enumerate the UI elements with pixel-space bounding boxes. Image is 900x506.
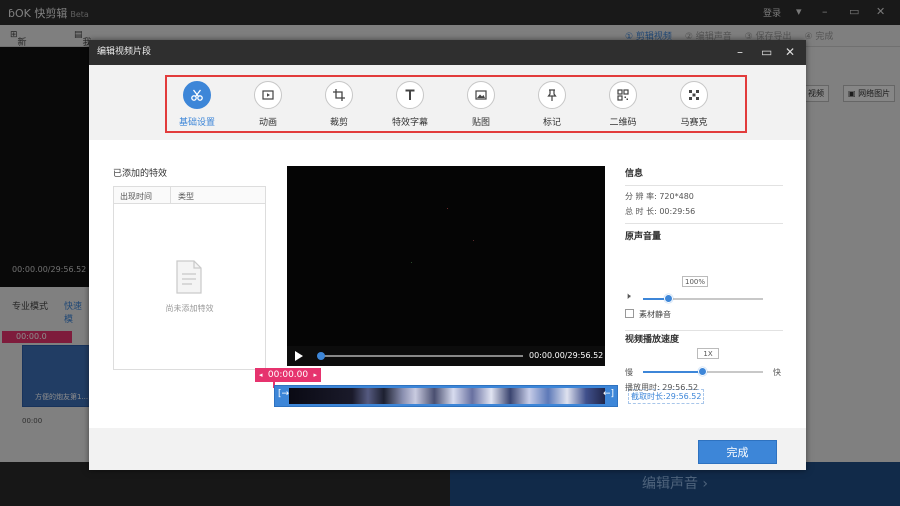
trim-start-handle[interactable]: [→ [278,389,289,399]
tab-label: 贴图 [471,118,490,128]
dialog-titlebar: 编辑视频片段 – ▭ ✕ [89,40,806,65]
mosaic-icon [680,81,708,109]
resolution-row: 分 辨 率: 720*480 [625,191,785,206]
dialog-title: 编辑视频片段 [97,47,152,57]
trim-end-handle[interactable]: ←] [603,389,614,399]
text-t-icon [396,81,424,109]
video-preview[interactable] [287,166,605,366]
tab-label: 特效字幕 [391,118,428,128]
empty-document-icon [174,259,204,298]
volume-value: 100% [682,276,708,287]
video-pixel [447,208,448,209]
video-time: 00:00.00/29:56.52 [529,351,604,360]
duration-value: 00:29:56 [659,207,696,216]
speed-value: 1X [697,348,719,359]
tools-highlight-box: 基础设置 动画 裁剪 特效字幕 贴图 标记 二维码 马赛克 [165,75,747,133]
resolution-value: 720*480 [659,192,694,201]
speed-fast-label: 快 [773,368,781,377]
marker-right-icon: ▸ [313,371,317,379]
video-pixel [473,240,474,241]
tab-crop[interactable]: 裁剪 [309,81,369,128]
strip-time-marker[interactable]: ◂ 00:00.00 ▸ [255,368,321,382]
tab-label: 裁剪 [329,118,348,128]
play-time-value: 29:56.52 [662,383,699,392]
effects-title: 已添加的特效 [113,169,168,179]
effects-table-header: 出现时间 类型 [114,187,265,204]
tab-marker[interactable]: 标记 [522,81,582,128]
thumbnail-frames [289,388,605,404]
dialog-close-icon[interactable]: ✕ [785,40,795,65]
tab-label: 标记 [542,118,561,128]
seek-knob[interactable] [317,352,325,360]
dialog-footer: 完成 [89,428,806,470]
clip-frames-strip: [→ ←] [274,385,618,407]
tools-tab-bar: 基础设置 动画 裁剪 特效字幕 贴图 标记 二维码 马赛克 [89,65,806,140]
tab-label: 二维码 [609,118,637,128]
scissors-icon [183,81,211,109]
tab-basic-settings[interactable]: 基础设置 [167,81,227,128]
duration-label: 总 时 长: [625,207,657,216]
volume-knob[interactable] [664,294,674,303]
qrcode-icon [609,81,637,109]
strip-marker-time: 00:00.00 [267,370,309,380]
mute-label: 素材静音 [639,310,671,319]
play-time-label: 播放用时: [625,383,660,392]
dialog-content: 已添加的特效 出现时间 类型 尚未添加特效 00:00.00/29:56.52 … [89,140,806,428]
divider [625,223,783,224]
dialog-minimize-icon[interactable]: – [737,40,743,65]
mute-checkbox[interactable] [625,309,634,318]
tab-label: 马赛克 [680,118,708,128]
speed-fill [643,371,703,373]
edit-clip-dialog: 编辑视频片段 – ▭ ✕ 基础设置 动画 裁剪 特效字幕 贴图 标记 二维码 马… [89,40,806,470]
video-pixel [411,262,412,263]
column-divider [170,187,171,204]
duration-row: 总 时 长: 00:29:56 [625,206,785,221]
marker-left-icon: ◂ [259,371,263,379]
tab-qrcode[interactable]: 二维码 [593,81,653,128]
tab-label: 动画 [258,118,277,128]
tab-stickers[interactable]: 贴图 [451,81,511,128]
column-time: 出现时间 [120,192,152,201]
crop-icon [325,81,353,109]
speed-knob[interactable] [698,367,707,376]
image-icon [467,81,495,109]
info-title: 信息 [625,169,644,179]
speed-title: 视频播放速度 [625,335,680,345]
play-screen-icon [254,81,282,109]
column-type: 类型 [178,192,194,201]
play-time-row: 播放用时: 29:56.52 [625,382,698,393]
tab-label: 基础设置 [178,118,215,128]
dialog-maximize-icon[interactable]: ▭ [761,40,772,65]
tab-text-effects[interactable]: 特效字幕 [380,81,440,128]
seek-bar[interactable] [320,355,523,357]
tab-animation[interactable]: 动画 [238,81,298,128]
done-button[interactable]: 完成 [698,440,777,464]
divider [625,330,783,331]
tab-mosaic[interactable]: 马赛克 [664,81,724,128]
resolution-label: 分 辨 率: [625,192,657,201]
info-panel: 信息 分 辨 率: 720*480 总 时 长: 00:29:56 原声音量 1… [625,166,785,392]
volume-title: 原声音量 [625,232,662,242]
play-icon[interactable] [295,351,303,361]
effects-table: 出现时间 类型 尚未添加特效 [113,186,266,370]
empty-effects-text: 尚未添加特效 [165,304,214,313]
video-controls: 00:00.00/29:56.52 [287,346,605,366]
divider [625,185,783,186]
speed-slow-label: 慢 [625,368,633,377]
pin-icon [538,81,566,109]
speaker-icon[interactable]: 🕨 [625,292,631,302]
